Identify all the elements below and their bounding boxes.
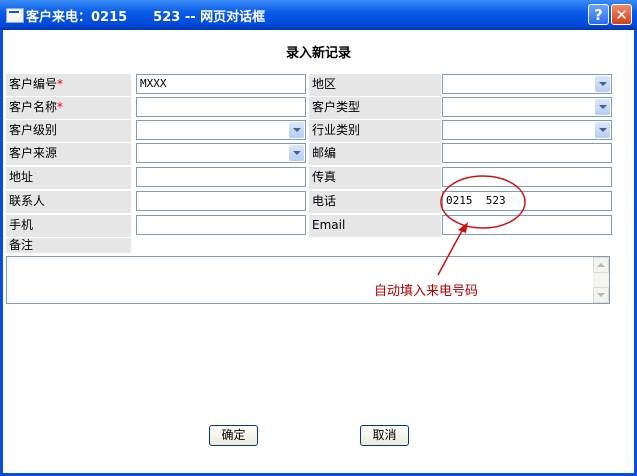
window-title: 客户来电：0215 523 -- 网页对话框 [26,10,266,25]
dialog-window: 客户来电：0215 523 -- 网页对话框 ? ✕ 录入新记录 客户编号* M… [0,0,637,476]
annotation-ellipse [440,175,526,229]
annotation-overlay [437,175,526,276]
dialog-body: 录入新记录 客户编号* MXXX 地区 客户名称* 客户类型 客户级别 行业类别… [3,30,634,473]
cancel-button[interactable]: 取消 [360,425,409,446]
title-bar[interactable]: 客户来电：0215 523 -- 网页对话框 ? ✕ [0,0,637,30]
annotation-arrow-line [437,226,465,276]
ok-button[interactable]: 确定 [209,425,258,446]
close-button[interactable]: ✕ [611,4,632,25]
help-button[interactable]: ? [588,4,609,25]
window-icon [6,8,24,23]
